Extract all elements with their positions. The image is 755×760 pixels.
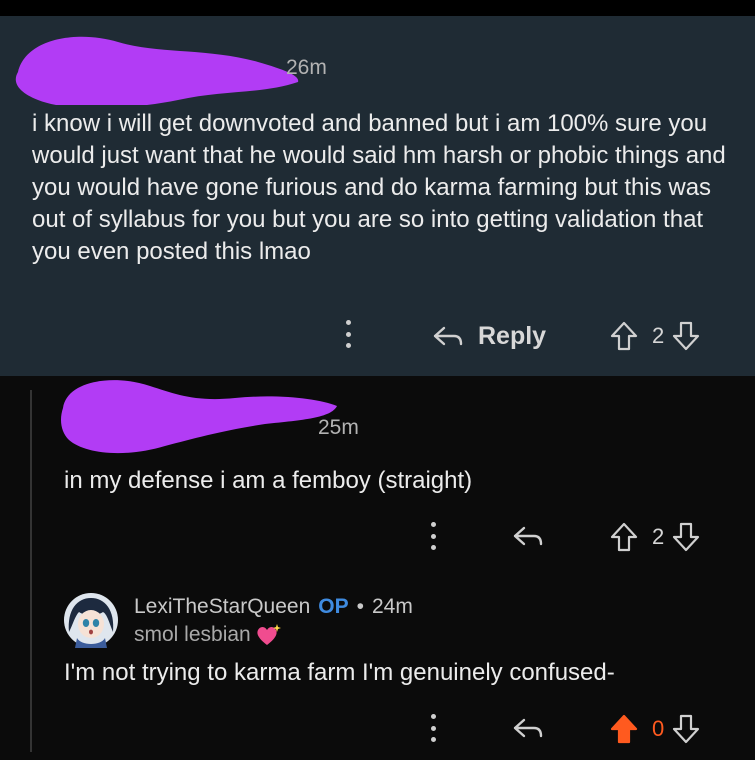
comment-body: i know i will get downvoted and banned b… (32, 110, 726, 265)
flair-text: smol lesbian (134, 623, 251, 646)
upvote-icon[interactable] (610, 320, 638, 352)
downvote-icon[interactable] (672, 521, 700, 553)
more-icon[interactable] (430, 522, 436, 550)
comment-timestamp: 24m (371, 595, 413, 618)
vote-controls: 0 (610, 713, 700, 745)
upvote-icon[interactable] (610, 521, 638, 553)
vote-controls: 2 (610, 521, 700, 553)
redacted-username-scribble (15, 36, 299, 105)
top-bar (0, 0, 755, 16)
reply-button[interactable]: Reply (432, 322, 546, 351)
reply-arrow-icon (433, 326, 463, 345)
thread-line (30, 390, 32, 752)
reply-arrow-icon[interactable] (512, 524, 544, 550)
comment-timestamp: 25m (318, 416, 359, 439)
comment-body: in my defense i am a femboy (straight) (64, 467, 473, 494)
downvote-icon[interactable] (672, 713, 700, 745)
more-icon[interactable] (430, 714, 436, 742)
sparkling-heart-icon (257, 624, 281, 645)
reply-label: Reply (478, 322, 547, 350)
op-badge: OP (318, 595, 349, 618)
comment-actions (345, 320, 351, 348)
reply-arrow-icon[interactable] (512, 716, 544, 742)
more-icon[interactable] (345, 320, 351, 348)
comment-actions (430, 522, 436, 550)
user-flair: smol lesbian (134, 623, 281, 647)
comment-body: I'm not trying to karma farm I'm genuine… (64, 659, 615, 686)
upvote-icon[interactable] (610, 713, 638, 745)
downvote-icon[interactable] (672, 320, 700, 352)
separator: • (356, 595, 364, 618)
comment-header: LexiTheStarQueen OP • 24m (134, 595, 413, 619)
username[interactable]: LexiTheStarQueen (134, 595, 310, 619)
comment-timestamp: 26m (286, 56, 327, 79)
vote-score: 2 (652, 524, 665, 549)
comment-actions (430, 714, 436, 742)
vote-score: 2 (652, 323, 665, 348)
vote-controls: 2 (610, 320, 700, 352)
avatar[interactable] (63, 592, 119, 648)
redacted-username-scribble (61, 380, 337, 454)
vote-score: 0 (652, 716, 665, 741)
